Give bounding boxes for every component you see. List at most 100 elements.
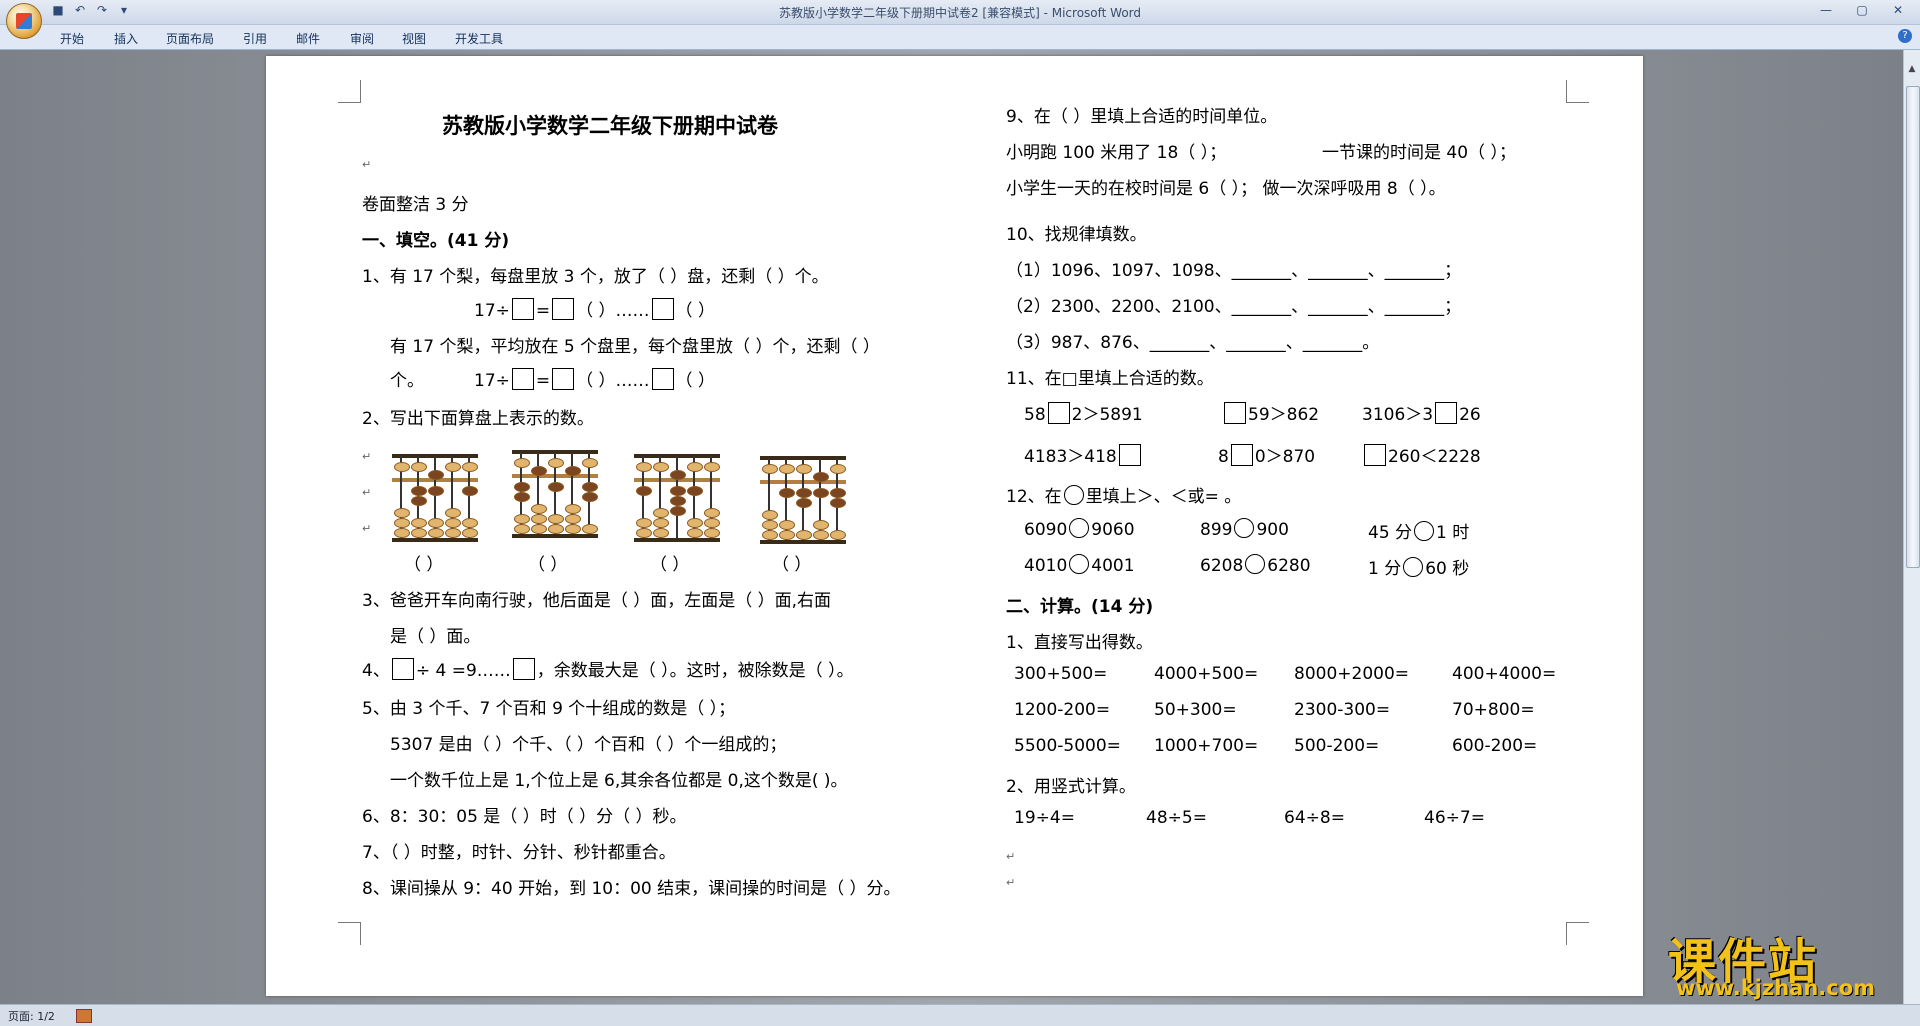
answer-box[interactable] xyxy=(1224,402,1246,424)
answer-box[interactable] xyxy=(1435,402,1458,424)
q12-item: 6208 6280 xyxy=(1200,554,1311,576)
answer-circle[interactable] xyxy=(1234,518,1255,538)
title-bar: ■ ↶ ↷ ▾ 苏教版小学数学二年级下册期中试卷2 [兼容模式] - Micro… xyxy=(0,0,1920,25)
vertical-scrollbar[interactable]: ▲ xyxy=(1903,50,1920,1004)
window-title: 苏教版小学数学二年级下册期中试卷2 [兼容模式] - Microsoft Wor… xyxy=(778,6,1142,20)
close-button[interactable]: ✕ xyxy=(1880,0,1916,20)
tab-view[interactable]: 视图 xyxy=(402,30,426,47)
abacus-image xyxy=(760,456,846,544)
question-3-cont: 是（ ）面。 xyxy=(390,627,481,647)
abacus-answer: （ ） xyxy=(772,555,812,575)
circle-blank xyxy=(1063,485,1084,505)
answer-box[interactable] xyxy=(391,658,414,680)
status-bar: 页面: 1/2 xyxy=(0,1004,1920,1026)
calc-cell: 400+4000= xyxy=(1452,664,1557,684)
section-calc-heading: 二、计算。(14 分) xyxy=(1006,597,1154,617)
tab-review[interactable]: 审阅 xyxy=(350,30,374,47)
paragraph-mark: ↵ xyxy=(362,450,372,463)
help-icon[interactable]: ? xyxy=(1898,29,1912,43)
calc-1: 1、直接写出得数。 xyxy=(1006,633,1153,653)
question-7: 7、（ ）时整，时针、分针、秒针都重合。 xyxy=(362,843,676,863)
q12-item: 899 900 xyxy=(1200,518,1289,540)
question-1: 1、有 17 个梨，每盘里放 3 个，放了（ ）盘，还剩（ ）个。 xyxy=(362,267,829,287)
answer-box[interactable] xyxy=(552,298,575,320)
answer-box[interactable] xyxy=(511,298,534,320)
q4-tail: ，余数最大是（ ）。这时，被除数是（ ）。 xyxy=(536,661,854,681)
abacus-answer: （ ） xyxy=(650,555,690,575)
question-4: 4、 ÷ 4 =9…… ，余数最大是（ ）。这时，被除数是（ ）。 xyxy=(362,656,854,681)
document-page: 苏教版小学数学二年级下册期中试卷 ↵ 卷面整洁 3 分 一、填空。(41 分) … xyxy=(266,56,1643,996)
answer-box[interactable] xyxy=(552,368,575,390)
question-9: 9、在（ ）里填上合适的时间单位。 xyxy=(1006,107,1278,127)
answer-box[interactable] xyxy=(1118,444,1141,466)
question-1b-cont: 个。 xyxy=(390,371,424,391)
q4-mid: ÷ 4 =9…… xyxy=(415,661,511,681)
q12-item: 45 分1 时 xyxy=(1368,521,1470,543)
answer-box[interactable] xyxy=(651,298,674,320)
tab-developer[interactable]: 开发工具 xyxy=(455,30,503,47)
abacus-image xyxy=(392,454,478,542)
answer-circle[interactable] xyxy=(1069,554,1090,574)
calc-cell: 8000+2000= xyxy=(1294,664,1410,684)
tab-mailings[interactable]: 邮件 xyxy=(296,30,320,47)
calc-item: 19÷4= xyxy=(1014,808,1075,828)
abacus-answer: （ ） xyxy=(404,555,444,575)
question-5b: 5307 是由（ ）个千、（ ）个百和（ ）个一组成的； xyxy=(390,735,787,755)
crop-mark xyxy=(338,80,361,103)
answer-box[interactable] xyxy=(511,368,534,390)
answer-box[interactable] xyxy=(651,368,674,390)
paragraph-mark: ↵ xyxy=(362,158,372,171)
calc-cell: 5500-5000= xyxy=(1014,736,1121,756)
eq-tail: （ ）…… xyxy=(576,371,650,391)
eq-mid: = xyxy=(535,371,551,391)
eq-tail: （ ）…… xyxy=(576,301,650,321)
calc-cell: 50+300= xyxy=(1154,700,1237,720)
tab-page-layout[interactable]: 页面布局 xyxy=(166,30,214,47)
calc-cell: 1200-200= xyxy=(1014,700,1111,720)
q11-item: 8 0＞870 xyxy=(1218,442,1315,467)
proofing-icon[interactable] xyxy=(76,1009,92,1023)
minimize-button[interactable]: — xyxy=(1808,0,1844,20)
answer-circle[interactable] xyxy=(1414,521,1435,541)
q12-item: 6090 9060 xyxy=(1024,518,1135,540)
crop-mark xyxy=(1566,922,1589,945)
page-count[interactable]: 页面: 1/2 xyxy=(8,1008,55,1024)
neatness-line: 卷面整洁 3 分 xyxy=(362,195,469,215)
office-button[interactable] xyxy=(6,3,42,39)
q11-item: 4183＞418 xyxy=(1024,442,1143,467)
tab-references[interactable]: 引用 xyxy=(243,30,267,47)
question-2: 2、写出下面算盘上表示的数。 xyxy=(362,409,594,429)
question-9b: 一节课的时间是 40（ ）； xyxy=(1322,143,1516,163)
question-6: 6、8：30：05 是（ ）时（ ）分（ ）秒。 xyxy=(362,807,687,827)
question-1-equation: 17÷ = （ ）…… （ ） xyxy=(474,296,715,321)
answer-box[interactable] xyxy=(1364,444,1386,466)
scroll-up-icon[interactable]: ▲ xyxy=(1904,64,1920,74)
answer-box[interactable] xyxy=(512,658,535,680)
paragraph-mark: ↵ xyxy=(362,522,372,535)
crop-mark xyxy=(1566,80,1589,103)
question-11: 11、在□里填上合适的数。 xyxy=(1006,369,1214,389)
answer-box[interactable] xyxy=(1230,444,1253,466)
scroll-thumb[interactable] xyxy=(1906,86,1920,568)
question-9c: 小学生一天的在校时间是 6（ ）； 做一次深呼吸用 8（ ）。 xyxy=(1006,179,1446,199)
section-fill-heading: 一、填空。(41 分) xyxy=(362,231,510,251)
abacus-answer: （ ） xyxy=(528,555,568,575)
tab-insert[interactable]: 插入 xyxy=(114,30,138,47)
calc-cell: 1000+700= xyxy=(1154,736,1259,756)
question-12: 12、在 里填上＞、＜或= 。 xyxy=(1006,485,1242,507)
eq-end: （ ） xyxy=(675,371,715,391)
calc-item: 64÷8= xyxy=(1284,808,1345,828)
answer-box[interactable] xyxy=(1047,402,1070,424)
question-1b: 有 17 个梨，平均放在 5 个盘里，每个盘里放（ ）个，还剩（ ） xyxy=(390,337,880,357)
answer-circle[interactable] xyxy=(1069,518,1090,538)
q11-item: 59＞862 xyxy=(1222,400,1319,425)
answer-circle[interactable] xyxy=(1403,557,1424,577)
calc-cell: 2300-300= xyxy=(1294,700,1391,720)
paragraph-mark: ↵ xyxy=(1006,876,1016,889)
abacus-image xyxy=(634,454,720,542)
q11-item: 58 2＞5891 xyxy=(1024,400,1143,425)
answer-circle[interactable] xyxy=(1245,554,1266,574)
calc-cell: 600-200= xyxy=(1452,736,1538,756)
tab-home[interactable]: 开始 xyxy=(60,30,84,47)
maximize-button[interactable]: ▢ xyxy=(1844,0,1880,20)
